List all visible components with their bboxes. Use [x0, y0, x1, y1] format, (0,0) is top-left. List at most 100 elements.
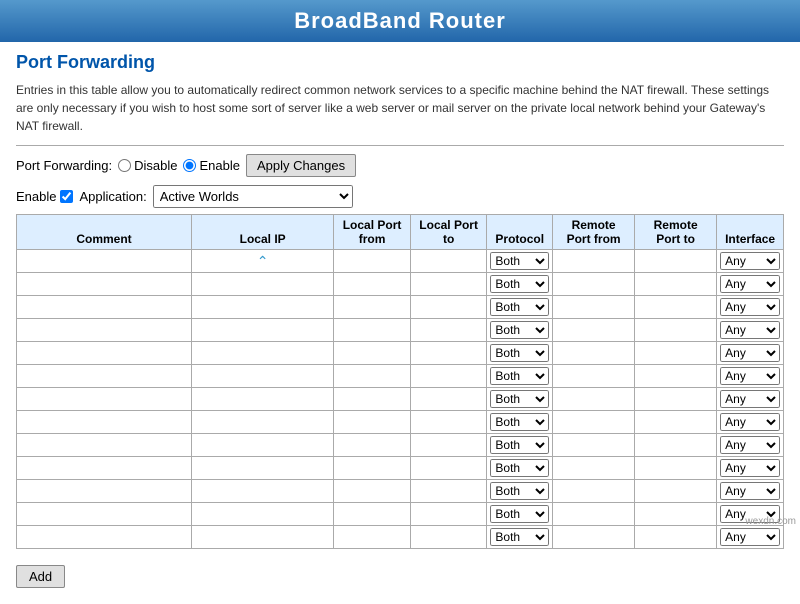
- select-protocol[interactable]: BothTCPUDP: [490, 344, 549, 362]
- disable-label[interactable]: Disable: [118, 158, 177, 173]
- input-rpto[interactable]: [638, 530, 713, 544]
- input-comment[interactable]: [20, 277, 188, 291]
- input-lpfrom[interactable]: [337, 346, 407, 360]
- input-rpfrom[interactable]: [556, 392, 631, 406]
- select-protocol[interactable]: BothTCPUDP: [490, 367, 549, 385]
- input-comment[interactable]: [20, 254, 188, 268]
- input-lpto[interactable]: [414, 277, 484, 291]
- select-interface[interactable]: AnyWANLAN: [720, 482, 780, 500]
- input-lpfrom[interactable]: [337, 392, 407, 406]
- input-rpfrom[interactable]: [556, 277, 631, 291]
- disable-radio[interactable]: [118, 159, 131, 172]
- select-protocol[interactable]: BothTCPUDP: [490, 482, 549, 500]
- input-lpto[interactable]: [414, 392, 484, 406]
- select-protocol[interactable]: BothTCPUDP: [490, 298, 549, 316]
- select-protocol[interactable]: BothTCPUDP: [490, 505, 549, 523]
- select-interface[interactable]: AnyWANLAN: [720, 344, 780, 362]
- select-interface[interactable]: AnyWANLAN: [720, 275, 780, 293]
- select-interface[interactable]: AnyWANLAN: [720, 413, 780, 431]
- input-lpto[interactable]: [414, 369, 484, 383]
- input-comment[interactable]: [20, 484, 188, 498]
- input-lpfrom[interactable]: [337, 323, 407, 337]
- select-interface[interactable]: AnyWANLAN: [720, 390, 780, 408]
- input-lpfrom[interactable]: [337, 300, 407, 314]
- input-lpto[interactable]: [414, 346, 484, 360]
- input-rpto[interactable]: [638, 277, 713, 291]
- application-select[interactable]: Active Worlds FTP HTTP HTTPS Custom: [153, 185, 353, 208]
- input-lpto[interactable]: [414, 438, 484, 452]
- select-protocol[interactable]: BothTCPUDP: [490, 436, 549, 454]
- input-rpfrom[interactable]: [556, 346, 631, 360]
- select-protocol[interactable]: BothTCPUDP: [490, 528, 549, 546]
- input-comment[interactable]: [20, 369, 188, 383]
- select-protocol[interactable]: BothTCPUDP: [490, 459, 549, 477]
- input-rpfrom[interactable]: [556, 461, 631, 475]
- input-lpto[interactable]: [414, 415, 484, 429]
- input-rpto[interactable]: [638, 300, 713, 314]
- select-interface[interactable]: AnyWANLAN: [720, 321, 780, 339]
- input-localip[interactable]: [195, 346, 330, 360]
- input-rpto[interactable]: [638, 461, 713, 475]
- select-interface[interactable]: AnyWANLAN: [720, 252, 780, 270]
- input-comment[interactable]: [20, 392, 188, 406]
- input-rpfrom[interactable]: [556, 438, 631, 452]
- input-lpto[interactable]: [414, 507, 484, 521]
- input-rpfrom[interactable]: [556, 415, 631, 429]
- select-interface[interactable]: AnyWANLAN: [720, 459, 780, 477]
- enable-radio[interactable]: [183, 159, 196, 172]
- select-protocol[interactable]: BothTCPUDP: [490, 390, 549, 408]
- input-localip[interactable]: [195, 530, 330, 544]
- input-lpto[interactable]: [414, 300, 484, 314]
- input-rpfrom[interactable]: [556, 323, 631, 337]
- select-protocol[interactable]: BothTCPUDP: [490, 252, 549, 270]
- input-rpfrom[interactable]: [556, 530, 631, 544]
- enable-checkbox-label[interactable]: Enable: [16, 189, 73, 204]
- input-rpto[interactable]: [638, 369, 713, 383]
- input-localip[interactable]: [195, 300, 330, 314]
- input-rpfrom[interactable]: [556, 369, 631, 383]
- enable-checkbox[interactable]: [60, 190, 73, 203]
- input-lpto[interactable]: [414, 484, 484, 498]
- input-rpto[interactable]: [638, 346, 713, 360]
- input-comment[interactable]: [20, 530, 188, 544]
- add-button[interactable]: Add: [16, 565, 65, 588]
- input-lpfrom[interactable]: [337, 507, 407, 521]
- input-rpto[interactable]: [638, 484, 713, 498]
- input-lpfrom[interactable]: [337, 277, 407, 291]
- input-localip[interactable]: [195, 323, 330, 337]
- input-rpto[interactable]: [638, 415, 713, 429]
- input-lpto[interactable]: [414, 530, 484, 544]
- input-comment[interactable]: [20, 300, 188, 314]
- input-rpfrom[interactable]: [556, 507, 631, 521]
- input-lpfrom[interactable]: [337, 415, 407, 429]
- input-rpto[interactable]: [638, 438, 713, 452]
- input-localip[interactable]: [195, 277, 330, 291]
- input-lpfrom[interactable]: [337, 461, 407, 475]
- select-protocol[interactable]: BothTCPUDP: [490, 321, 549, 339]
- input-lpto[interactable]: [414, 323, 484, 337]
- select-interface[interactable]: AnyWANLAN: [720, 298, 780, 316]
- input-lpfrom[interactable]: [337, 438, 407, 452]
- input-lpfrom[interactable]: [337, 484, 407, 498]
- select-interface[interactable]: AnyWANLAN: [720, 528, 780, 546]
- select-interface[interactable]: AnyWANLAN: [720, 367, 780, 385]
- input-localip[interactable]: [195, 415, 330, 429]
- input-comment[interactable]: [20, 323, 188, 337]
- input-comment[interactable]: [20, 415, 188, 429]
- input-lpto[interactable]: [414, 461, 484, 475]
- apply-changes-button[interactable]: Apply Changes: [246, 154, 356, 177]
- input-lpfrom[interactable]: [337, 530, 407, 544]
- select-protocol[interactable]: BothTCPUDP: [490, 413, 549, 431]
- input-rpto[interactable]: [638, 392, 713, 406]
- input-localip[interactable]: [195, 369, 330, 383]
- input-localip[interactable]: [195, 438, 330, 452]
- input-comment[interactable]: [20, 507, 188, 521]
- input-localip[interactable]: [195, 392, 330, 406]
- input-lpto[interactable]: [414, 254, 484, 268]
- input-rpto[interactable]: [638, 323, 713, 337]
- input-localip[interactable]: [195, 507, 330, 521]
- select-protocol[interactable]: BothTCPUDP: [490, 275, 549, 293]
- enable-label[interactable]: Enable: [183, 158, 239, 173]
- input-comment[interactable]: [20, 438, 188, 452]
- input-rpfrom[interactable]: [556, 254, 631, 268]
